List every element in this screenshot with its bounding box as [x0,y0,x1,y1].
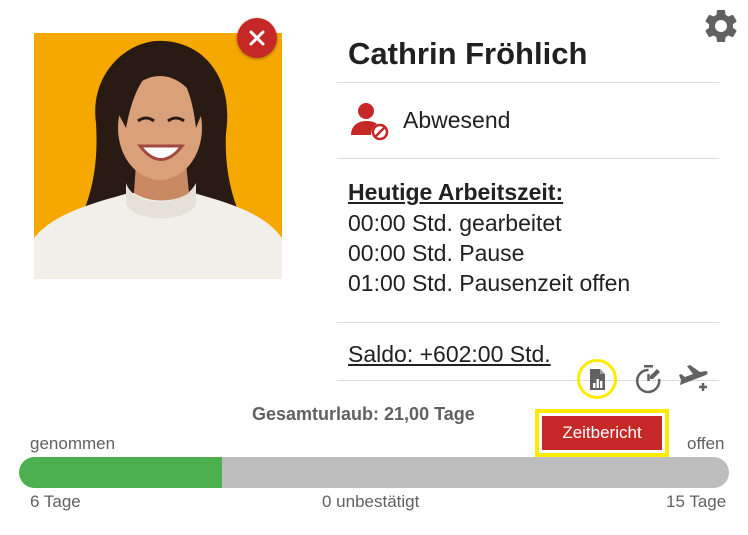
today-worktime-heading: Heutige Arbeitszeit: [348,179,564,205]
status-text: Abwesend [403,107,511,133]
close-icon [249,30,265,46]
worktime-lines: 00:00 Std. gearbeitet 00:00 Std. Pause 0… [337,206,719,322]
remove-button[interactable] [237,18,277,58]
pause-time: 00:00 Std. Pause [348,240,525,266]
zeitbericht-label: Zeitbericht [542,416,662,450]
vacation-total: Gesamturlaub: 21,00 Tage [252,404,475,424]
taken-days: 6 Tage [30,492,81,511]
vacation-progress-fill [19,457,222,488]
remaining-days: 15 Tage [666,492,727,511]
action-icons [577,359,717,399]
airplane-add-icon[interactable] [673,359,713,399]
taken-label: genommen [30,434,116,453]
employee-name: Cathrin Fröhlich [348,36,588,71]
open-pause-time: 01:00 Std. Pausenzeit offen [348,270,631,296]
worked-time: 00:00 Std. gearbeitet [348,210,562,236]
unconfirmed-days: 0 unbestätigt [322,492,420,511]
user-blocked-icon [351,102,389,140]
report-file-icon[interactable] [577,359,617,399]
status-row: Abwesend [337,83,719,158]
vacation-progress-bar [19,457,729,488]
timer-edit-icon[interactable] [629,359,669,399]
employee-info: Cathrin Fröhlich Abwesend Heutige Arbeit… [337,25,719,381]
avatar [34,33,282,279]
employee-card: Cathrin Fröhlich Abwesend Heutige Arbeit… [0,0,748,535]
zeitbericht-button[interactable]: Zeitbericht [535,409,669,457]
open-label: offen [687,434,725,453]
